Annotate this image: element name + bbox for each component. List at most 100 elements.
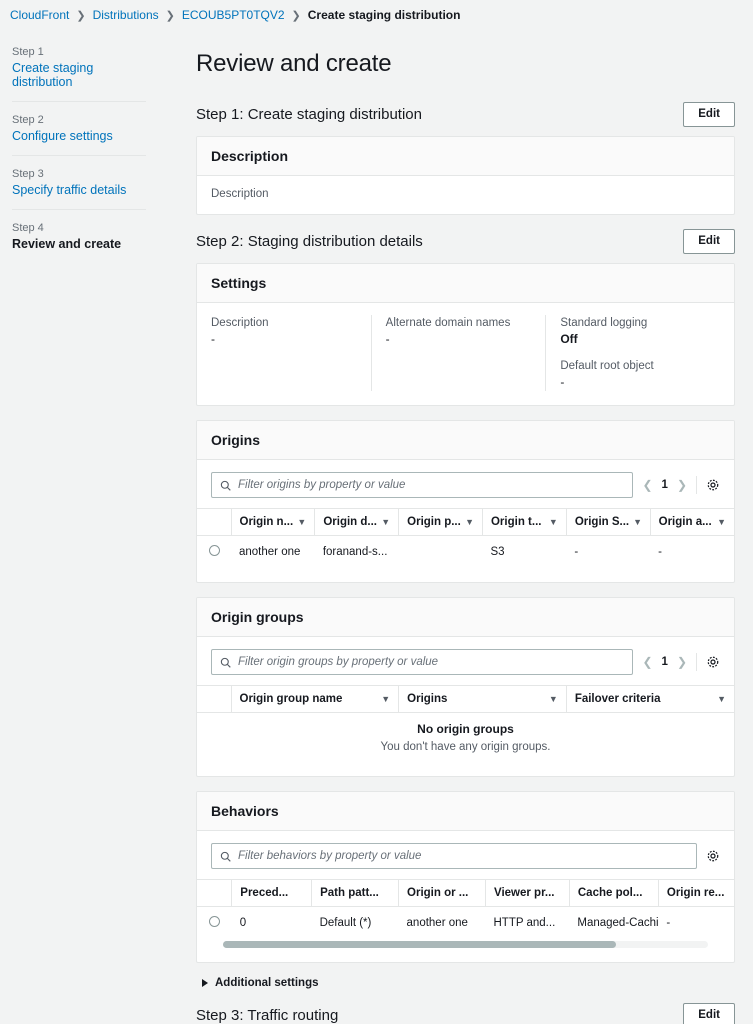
origin-groups-next-page-icon[interactable]: ❯	[677, 655, 687, 669]
origins-column-origin-shield[interactable]: Origin S... ▼	[565, 508, 651, 536]
sidebar-step-3[interactable]: Step 3 Specify traffic details	[12, 155, 146, 209]
origins-prev-page-icon[interactable]: ❮	[642, 478, 652, 492]
behaviors-column-origin-request[interactable]: Origin re...	[657, 879, 734, 907]
behaviors-column-precedence[interactable]: Preced...	[231, 879, 312, 907]
origins-column-origin-access[interactable]: Origin a... ▼	[649, 508, 734, 536]
sidebar-step-2-number: Step 2	[12, 114, 44, 126]
origins-cell-origin-access: -	[658, 546, 662, 558]
origin-groups-pagination: ❮ 1 ❯	[642, 655, 687, 669]
behaviors-table-wrap: Preced... Path patt... Origin or ... Vie…	[197, 879, 734, 939]
behaviors-column-cache-policy[interactable]: Cache pol...	[568, 879, 659, 907]
origins-preferences-gear-icon[interactable]	[706, 478, 720, 492]
page-title: Review and create	[196, 50, 392, 77]
additional-settings-label: Additional settings	[215, 977, 319, 989]
behaviors-card-body: Filter behaviors by property or value Pr…	[197, 831, 734, 962]
behaviors-toolbar: Filter behaviors by property or value	[211, 843, 720, 879]
breadcrumb-item-cloudfront[interactable]: CloudFront	[10, 8, 69, 22]
origin-groups-filter-input[interactable]: Filter origin groups by property or valu…	[211, 649, 634, 675]
sidebar-step-2-label[interactable]: Configure settings	[12, 129, 146, 143]
origins-column-origin-path[interactable]: Origin p... ▼	[398, 508, 483, 536]
step1-heading: Step 1: Create staging distribution	[196, 106, 422, 123]
origins-table-header-row: Origin n... ▼ Origin d... ▼ Origin p... ▼ O…	[197, 508, 734, 536]
origins-next-page-icon[interactable]: ❯	[677, 478, 687, 492]
settings-card-body: Description - Alternate domain names - S…	[197, 303, 734, 405]
settings-card: Settings Description - Alternate domain …	[196, 263, 735, 406]
origins-column-origin-domain[interactable]: Origin d... ▼	[314, 508, 399, 536]
search-icon	[220, 657, 231, 668]
table-row[interactable]: another one foranand-s... S3 - -	[197, 536, 734, 569]
behaviors-scrollbar-track[interactable]	[223, 941, 708, 948]
behaviors-card-title: Behaviors	[197, 792, 734, 831]
table-row[interactable]: 0 Default (*) another one HTTP and... Ma…	[197, 907, 734, 940]
origins-table: Origin n... ▼ Origin d... ▼ Origin p... ▼ O…	[197, 508, 734, 568]
step2-edit-button[interactable]: Edit	[683, 229, 735, 254]
origins-toolbar: Filter origins by property or value ❮ 1 …	[211, 472, 720, 508]
breadcrumb-item-distributions[interactable]: Distributions	[93, 8, 159, 22]
sort-icon: ▼	[548, 517, 558, 527]
step1-description-label: Description	[211, 188, 269, 200]
origin-groups-prev-page-icon[interactable]: ❮	[642, 655, 652, 669]
sidebar-step-1-label[interactable]: Create staging distribution	[12, 61, 146, 89]
origins-toolbar-divider	[696, 476, 697, 494]
sidebar-step-3-label[interactable]: Specify traffic details	[12, 183, 146, 197]
step1-edit-button[interactable]: Edit	[683, 102, 735, 127]
sort-icon: ▼	[717, 517, 726, 527]
origin-groups-empty-subtitle: You don't have any origin groups.	[380, 741, 551, 753]
origin-groups-table-header-row: Origin group name ▼ Origins ▼ Failover cri…	[197, 685, 734, 713]
sort-icon: ▼	[465, 517, 474, 527]
behaviors-row-radio[interactable]	[209, 916, 220, 927]
behaviors-cell-precedence: 0	[239, 917, 247, 929]
origins-column-origin-type[interactable]: Origin t... ▼	[481, 508, 567, 536]
origin-groups-card-body: Filter origin groups by property or valu…	[197, 637, 734, 776]
behaviors-scrollbar-thumb[interactable]	[223, 941, 616, 948]
origin-groups-preferences-gear-icon[interactable]	[706, 655, 720, 669]
breadcrumb: CloudFront ❯ Distributions ❯ ECOUB5PT0TQ…	[0, 0, 753, 28]
breadcrumb-item-distribution-id[interactable]: ECOUB5PT0TQV2	[182, 8, 285, 22]
behaviors-column-viewer-protocol[interactable]: Viewer pr...	[484, 879, 570, 907]
behaviors-preferences-gear-icon[interactable]	[706, 849, 720, 863]
step2-header: Step 2: Staging distribution details Edi…	[196, 229, 735, 254]
sort-icon: ▼	[381, 694, 391, 704]
sidebar-step-2[interactable]: Step 2 Configure settings	[12, 101, 146, 155]
sidebar-step-1[interactable]: Step 1 Create staging distribution	[12, 46, 146, 101]
breadcrumb-item-current: Create staging distribution	[307, 8, 461, 22]
origins-cell-origin-type: S3	[490, 546, 505, 558]
step3-edit-button[interactable]: Edit	[683, 1003, 735, 1024]
settings-column-logging: Standard logging Off Default root object…	[545, 315, 720, 391]
behaviors-filter-placeholder: Filter behaviors by property or value	[238, 850, 422, 862]
behaviors-cell-cache-policy: Managed-Cachin	[577, 917, 659, 929]
origins-table-wrap: Origin n... ▼ Origin d... ▼ Origin p... ▼ O…	[197, 508, 734, 568]
origin-groups-column-origins[interactable]: Origins ▼	[398, 685, 567, 713]
settings-column-alt-domains: Alternate domain names -	[370, 315, 546, 391]
origins-column-origin-name[interactable]: Origin n... ▼	[230, 508, 315, 536]
origins-filter-input[interactable]: Filter origins by property or value	[211, 472, 634, 498]
origins-cell-origin-domain: foranand-s...	[322, 546, 388, 558]
origins-cell-origin-name: another one	[239, 546, 301, 558]
behaviors-column-path-pattern[interactable]: Path patt...	[311, 879, 399, 907]
settings-root-object-key: Default root object	[560, 360, 654, 372]
breadcrumb-separator-icon: ❯	[76, 9, 86, 22]
origin-groups-empty-row: No origin groups You don't have any orig…	[197, 713, 734, 763]
origins-cell-origin-shield: -	[574, 546, 579, 558]
origin-groups-column-name[interactable]: Origin group name ▼	[230, 685, 399, 713]
origins-card-body: Filter origins by property or value ❮ 1 …	[197, 460, 734, 582]
settings-description-value: -	[211, 332, 215, 346]
behaviors-row-radio-cell	[197, 907, 232, 940]
behaviors-cell-path-pattern: Default (*)	[319, 917, 372, 929]
origins-row-radio-cell	[197, 536, 231, 569]
step1-description-card: Description Description	[196, 136, 735, 215]
origin-groups-toolbar-divider	[696, 653, 697, 671]
origin-groups-page-number[interactable]: 1	[662, 656, 668, 668]
origins-row-radio[interactable]	[209, 545, 220, 556]
behaviors-horizontal-scrollbar[interactable]	[211, 941, 720, 948]
behaviors-filter-input[interactable]: Filter behaviors by property or value	[211, 843, 697, 869]
additional-settings-expander[interactable]: Additional settings	[202, 977, 735, 989]
behaviors-column-origin[interactable]: Origin or ...	[398, 879, 486, 907]
breadcrumb-separator-icon: ❯	[165, 9, 175, 22]
origins-page-number[interactable]: 1	[662, 479, 668, 491]
origin-groups-empty-title: No origin groups	[417, 722, 514, 736]
step1-card-title: Description	[197, 137, 734, 176]
settings-standard-logging-key: Standard logging	[560, 317, 648, 329]
main-content: Review and create Step 1: Create staging…	[158, 28, 753, 1024]
origin-groups-column-failover[interactable]: Failover criteria ▼	[565, 685, 734, 713]
